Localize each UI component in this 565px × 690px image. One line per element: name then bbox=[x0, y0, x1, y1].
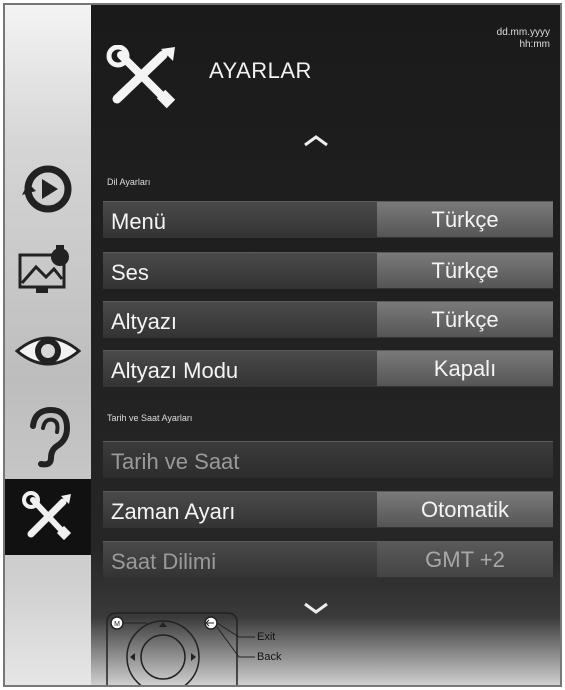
subtitle-mode-value[interactable]: Kapalı bbox=[377, 351, 553, 386]
scroll-up-icon[interactable] bbox=[303, 130, 329, 153]
tools-icon bbox=[22, 491, 72, 541]
subtitle-mode-label: Altyazı Modu bbox=[111, 358, 239, 383]
settings-panel: dd.mm.yyyy hh:mm AYARLAR Dil Ayarları Me… bbox=[91, 5, 560, 685]
tv-menu-frame: dd.mm.yyyy hh:mm AYARLAR Dil Ayarları Me… bbox=[3, 3, 562, 687]
date-time-label: Tarih ve Saat bbox=[111, 449, 240, 474]
subtitle-language-row[interactable]: Altyazı Türkçe bbox=[103, 301, 553, 338]
menu-language-value[interactable]: Türkçe bbox=[377, 202, 553, 237]
time-zone-label: Saat Dilimi bbox=[111, 549, 217, 574]
settings-tools-icon bbox=[105, 44, 179, 114]
time-text: hh:mm bbox=[519, 39, 550, 50]
date-time-row[interactable]: Tarih ve Saat bbox=[103, 441, 553, 478]
exit-hint: Exit bbox=[257, 631, 276, 643]
sidebar-item-source[interactable] bbox=[5, 151, 91, 227]
subtitle-language-value[interactable]: Türkçe bbox=[377, 302, 553, 337]
time-zone-value[interactable]: GMT +2 bbox=[377, 542, 553, 577]
sidebar-item-eye[interactable] bbox=[5, 313, 91, 389]
time-setting-row[interactable]: Zaman Ayarı Otomatik bbox=[103, 491, 553, 528]
remote-control-icon: M bbox=[99, 609, 269, 685]
sidebar bbox=[5, 5, 92, 685]
audio-language-value[interactable]: Türkçe bbox=[377, 253, 553, 288]
subtitle-language-label: Altyazı bbox=[111, 309, 178, 334]
subtitle-mode-row[interactable]: Altyazı Modu Kapalı bbox=[103, 350, 553, 387]
page-title: AYARLAR bbox=[209, 58, 312, 83]
time-setting-value[interactable]: Otomatik bbox=[377, 492, 553, 527]
svg-text:M: M bbox=[114, 621, 120, 628]
section-datetime-label: Tarih ve Saat Ayarları bbox=[107, 413, 193, 423]
eye-icon bbox=[15, 336, 81, 366]
time-zone-row[interactable]: Saat Dilimi GMT +2 bbox=[103, 541, 553, 578]
scroll-down-icon[interactable] bbox=[303, 597, 329, 620]
datetime-display: dd.mm.yyyy hh:mm bbox=[497, 27, 550, 51]
section-language-label: Dil Ayarları bbox=[107, 177, 151, 187]
ear-icon bbox=[30, 406, 71, 468]
sidebar-item-picture[interactable] bbox=[5, 233, 91, 309]
back-hint: Back bbox=[257, 651, 282, 663]
picture-settings-icon bbox=[18, 245, 69, 293]
sidebar-item-ear[interactable] bbox=[5, 399, 91, 475]
date-text: dd.mm.yyyy bbox=[496, 27, 550, 38]
sidebar-item-tools[interactable] bbox=[5, 479, 91, 555]
menu-language-row[interactable]: Menü Türkçe bbox=[103, 201, 553, 238]
audio-language-row[interactable]: Ses Türkçe bbox=[103, 252, 553, 289]
source-icon bbox=[22, 165, 72, 213]
menu-language-label: Menü bbox=[111, 209, 167, 234]
audio-language-label: Ses bbox=[111, 260, 149, 285]
time-setting-label: Zaman Ayarı bbox=[111, 499, 236, 524]
